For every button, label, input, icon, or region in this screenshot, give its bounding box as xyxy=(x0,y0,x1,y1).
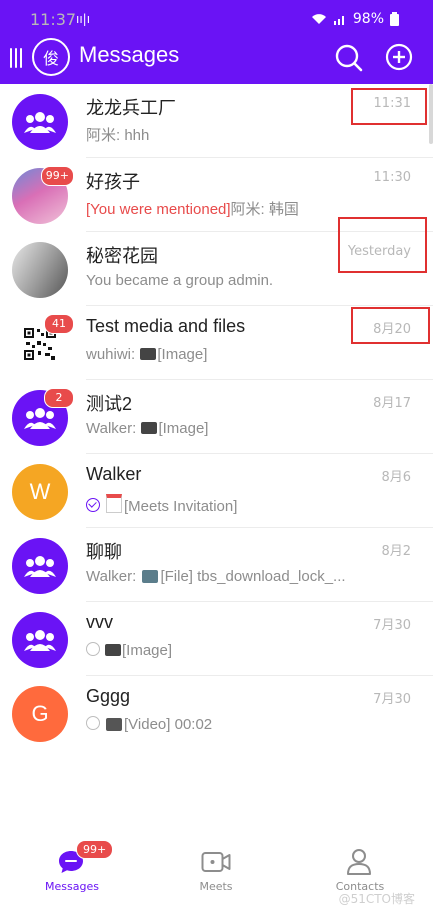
chat-name: Gggg xyxy=(86,686,131,706)
tab-label: Messages xyxy=(45,880,99,893)
wifi-icon xyxy=(311,14,326,24)
search-icon[interactable] xyxy=(334,43,364,73)
tab-meets[interactable]: Meets xyxy=(144,836,288,896)
chat-name: 龙龙兵工厂 xyxy=(86,98,176,118)
tab-badge: 99+ xyxy=(76,840,114,859)
chat-item-gggg[interactable]: G Gggg 7月30 [Video] 00:02 xyxy=(0,676,433,750)
unread-badge: 2 xyxy=(44,388,74,408)
chat-time: 7月30 xyxy=(373,618,411,633)
chat-preview: [Meets Invitation] xyxy=(86,494,237,515)
app-bar: 俊 Messages xyxy=(0,38,433,84)
chat-preview: [Image] xyxy=(86,642,172,659)
camera-icon xyxy=(105,644,121,656)
sent-status-icon xyxy=(86,716,100,730)
chat-preview: You became a group admin. xyxy=(86,272,274,289)
chat-name: 好孩子 xyxy=(86,172,140,192)
chat-name: 聊聊 xyxy=(86,542,122,562)
chat-avatar xyxy=(12,242,68,298)
page-title: Messages xyxy=(79,42,180,67)
highlight-box xyxy=(338,217,427,273)
signal-icon xyxy=(333,16,344,25)
camera-icon xyxy=(141,422,158,434)
chat-list: 龙龙兵工厂 11:31 阿米: hhh 99+ 好孩子 11:30 [You w… xyxy=(0,84,433,750)
mention-tag: [You were mentioned] xyxy=(86,201,231,218)
chat-name: 秘密花园 xyxy=(86,246,158,266)
unread-badge: 41 xyxy=(44,314,74,334)
chat-time: 8月6 xyxy=(381,470,411,485)
chat-preview: [You were mentioned]阿米: 韩国 xyxy=(86,201,299,218)
vibrate-icon: ıı|ı xyxy=(76,12,91,26)
highlight-box xyxy=(351,88,427,125)
chat-preview: Walker: [Image] xyxy=(86,420,209,437)
chat-name: vvv xyxy=(86,612,113,632)
battery-percent: 98% xyxy=(352,11,384,27)
camera-icon xyxy=(140,348,157,360)
battery-icon xyxy=(390,12,399,26)
chat-name: Test media and files xyxy=(86,316,246,336)
file-icon xyxy=(142,570,159,583)
letter-avatar: W xyxy=(12,464,68,520)
chat-preview: 阿米: hhh xyxy=(86,127,150,144)
chat-item-vvv[interactable]: vvv 7月30 [Image] xyxy=(0,602,433,676)
group-avatar xyxy=(12,94,68,150)
chat-item-walker[interactable]: W Walker 8月6 [Meets Invitation] xyxy=(0,454,433,528)
add-icon[interactable] xyxy=(385,43,413,71)
group-icon xyxy=(24,112,56,133)
group-avatar xyxy=(12,538,68,594)
menu-icon[interactable] xyxy=(8,46,26,70)
status-bar: 11:37 ıı|ı 98% xyxy=(0,0,433,38)
status-right: 98% xyxy=(311,11,399,27)
tab-messages[interactable]: 99+ Messages xyxy=(0,836,144,896)
chat-time: 8月17 xyxy=(373,396,411,411)
chat-item-ceshi2[interactable]: 2 测试2 8月17 Walker: [Image] xyxy=(0,380,433,454)
group-icon xyxy=(24,630,56,651)
profile-avatar[interactable]: 俊 xyxy=(32,38,70,76)
chat-preview: wuhiwi: [Image] xyxy=(86,346,208,363)
video-icon xyxy=(106,718,122,731)
chat-name: Walker xyxy=(86,464,142,484)
chat-time: 7月30 xyxy=(373,692,411,707)
highlight-box xyxy=(351,307,430,344)
bottom-nav: 99+ Messages Meets Contacts @51CTO博客 xyxy=(0,836,433,921)
sent-status-icon xyxy=(86,642,100,656)
group-avatar xyxy=(12,612,68,668)
video-camera-icon xyxy=(201,852,231,872)
chat-preview: Walker: [File] tbs_download_lock_... xyxy=(86,568,346,585)
group-icon xyxy=(24,556,56,577)
tab-contacts[interactable]: Contacts xyxy=(288,836,432,896)
tab-label: Meets xyxy=(199,880,233,893)
calendar-icon xyxy=(106,494,122,513)
letter-avatar: G xyxy=(12,686,68,742)
person-icon xyxy=(347,849,371,875)
read-check-icon xyxy=(86,498,100,512)
chat-item-liaoliao[interactable]: 聊聊 8月2 Walker: [File] tbs_download_lock_… xyxy=(0,528,433,602)
chat-name: 测试2 xyxy=(86,394,133,414)
watermark: @51CTO博客 xyxy=(338,892,415,906)
chat-time: 8月2 xyxy=(381,544,411,559)
chat-preview: [Video] 00:02 xyxy=(86,716,212,733)
unread-badge: 99+ xyxy=(40,166,74,186)
chat-time: 11:30 xyxy=(373,170,411,185)
group-icon xyxy=(24,408,56,429)
